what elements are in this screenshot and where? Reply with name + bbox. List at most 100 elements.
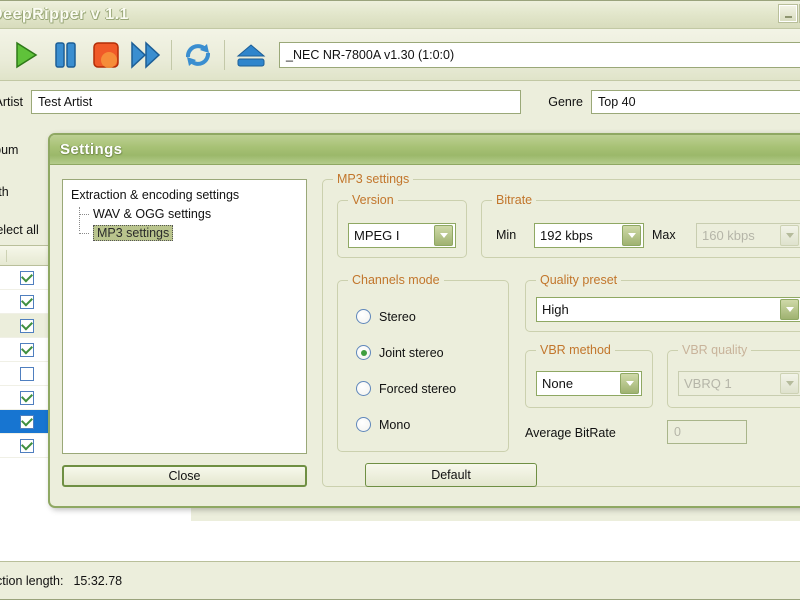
radio-forced-stereo-indicator[interactable] xyxy=(356,381,371,396)
blank-area xyxy=(0,521,800,561)
artist-input[interactable]: Test Artist xyxy=(31,90,521,114)
checkbox-checked-icon[interactable] xyxy=(20,318,34,333)
fast-forward-button[interactable] xyxy=(125,35,165,75)
checkbox-checked-icon[interactable] xyxy=(20,294,34,309)
track-checkbox-cell[interactable] xyxy=(7,438,47,453)
track-checkbox-cell[interactable] xyxy=(7,366,47,381)
album-label: Album xyxy=(0,143,19,157)
chevron-down-icon xyxy=(780,373,799,394)
chevron-down-icon[interactable] xyxy=(780,299,799,320)
window-title: DeepRipper v 1.1 xyxy=(0,5,129,23)
radio-stereo[interactable]: Stereo xyxy=(356,309,416,324)
status-value: 15:32.78 xyxy=(73,573,123,588)
channels-mode-group-title: Channels mode xyxy=(348,273,444,287)
radio-mono[interactable]: Mono xyxy=(356,417,410,432)
settings-title-bar: Settings xyxy=(50,135,800,165)
track-number: 01 xyxy=(0,271,7,285)
checkbox-checked-icon[interactable] xyxy=(20,390,34,405)
track-number: 02 xyxy=(0,295,7,309)
settings-dialog: Settings Extraction & encoding settings … xyxy=(48,133,800,508)
pause-icon xyxy=(55,41,76,68)
radio-mono-indicator[interactable] xyxy=(356,417,371,432)
radio-stereo-indicator[interactable] xyxy=(356,309,371,324)
tree-node-wav-ogg[interactable]: WAV & OGG settings xyxy=(67,205,302,224)
vbr-method-value: None xyxy=(542,376,574,391)
record-button[interactable] xyxy=(85,35,125,75)
quality-preset-group: Quality preset High xyxy=(525,273,800,332)
quality-preset-value: High xyxy=(542,302,569,317)
track-checkbox-cell[interactable] xyxy=(7,342,47,357)
track-checkbox-cell[interactable] xyxy=(7,390,47,405)
genre-label: Genre xyxy=(548,95,583,109)
average-bitrate-field: 0 xyxy=(667,420,747,444)
status-label: Selection length: xyxy=(0,573,64,588)
radio-forced-stereo-label: Forced stereo xyxy=(379,381,457,396)
bitrate-max-label: Max xyxy=(652,228,676,242)
track-checkbox-cell[interactable] xyxy=(7,270,47,285)
radio-stereo-label: Stereo xyxy=(379,309,416,324)
tree-node-mp3[interactable]: MP3 settings xyxy=(67,224,302,243)
bitrate-max-select: 160 kbps xyxy=(696,223,800,248)
status-bar: Selection length: 15:32.78 xyxy=(0,561,800,599)
track-checkbox-cell[interactable] xyxy=(7,318,47,333)
vbr-quality-group: VBR quality VBRQ 1 xyxy=(667,343,800,408)
settings-body: Extraction & encoding settings WAV & OGG… xyxy=(50,165,800,506)
play-icon xyxy=(16,41,38,68)
vbr-method-group-title: VBR method xyxy=(536,343,615,357)
toolbar-separator xyxy=(224,39,225,70)
artist-label: Artist xyxy=(0,95,23,109)
channels-mode-group: Channels mode Stereo Joint stereo Forced… xyxy=(337,273,509,452)
checkbox-unchecked-icon[interactable] xyxy=(20,366,34,381)
close-settings-button[interactable]: Close xyxy=(62,465,307,487)
checkbox-checked-icon[interactable] xyxy=(20,270,34,285)
vbr-quality-value: VBRQ 1 xyxy=(684,376,732,391)
radio-mono-label: Mono xyxy=(379,417,411,432)
quality-preset-select[interactable]: High xyxy=(536,297,800,322)
track-checkbox-cell[interactable] xyxy=(7,414,47,429)
checkbox-checked-icon[interactable] xyxy=(20,342,34,357)
settings-title: Settings xyxy=(60,141,123,158)
bitrate-group-title: Bitrate xyxy=(492,193,537,207)
artist-row: Artist Test Artist Genre Top 40 xyxy=(0,81,800,123)
radio-joint-stereo[interactable]: Joint stereo xyxy=(356,345,444,360)
vbr-method-group: VBR method None xyxy=(525,343,653,408)
radio-forced-stereo[interactable]: Forced stereo xyxy=(356,381,456,396)
version-group-title: Version xyxy=(348,193,398,207)
chevron-down-icon[interactable] xyxy=(434,225,453,246)
version-select[interactable]: MPEG I xyxy=(348,223,456,248)
checkbox-checked-icon[interactable] xyxy=(20,414,34,429)
settings-tree[interactable]: Extraction & encoding settings WAV & OGG… xyxy=(62,179,307,454)
path-label: Path xyxy=(0,185,9,199)
column-header-number: N° xyxy=(0,249,7,262)
mp3-settings-group: MP3 settings Version MPEG I Bitrate Min … xyxy=(322,172,800,487)
chevron-down-icon xyxy=(780,225,799,246)
genre-input[interactable]: Top 40 xyxy=(591,90,800,114)
refresh-button[interactable] xyxy=(178,35,218,75)
chevron-down-icon[interactable] xyxy=(622,225,641,246)
vbr-quality-select: VBRQ 1 xyxy=(678,371,800,396)
title-bar: DeepRipper v 1.1 xyxy=(0,1,800,29)
toolbar-separator xyxy=(171,39,172,70)
bitrate-min-value: 192 kbps xyxy=(540,228,593,243)
chevron-down-icon[interactable] xyxy=(620,373,639,394)
bitrate-min-select[interactable]: 192 kbps xyxy=(534,223,644,248)
eject-button[interactable] xyxy=(231,35,271,75)
radio-joint-stereo-indicator[interactable] xyxy=(356,345,371,360)
track-checkbox-cell[interactable] xyxy=(7,294,47,309)
quality-preset-group-title: Quality preset xyxy=(536,273,622,287)
vbr-quality-group-title: VBR quality xyxy=(678,343,752,357)
pause-button[interactable] xyxy=(45,35,85,75)
track-number: 07 xyxy=(0,415,7,429)
tree-root-node[interactable]: Extraction & encoding settings xyxy=(67,186,302,205)
device-field[interactable]: _NEC NR-7800A v1.30 (1:0:0) xyxy=(279,41,800,68)
minimize-button[interactable] xyxy=(778,4,798,23)
bitrate-group: Bitrate Min 192 kbps Max 160 kbps xyxy=(481,193,800,258)
select-all-row[interactable]: Select all xyxy=(0,223,39,237)
default-button[interactable]: Default xyxy=(365,463,537,487)
track-number: 05 xyxy=(0,367,7,381)
eject-icon xyxy=(236,43,266,66)
checkbox-checked-icon[interactable] xyxy=(20,438,34,453)
vbr-method-select[interactable]: None xyxy=(536,371,642,396)
tree-node-wav-ogg-label: WAV & OGG settings xyxy=(93,207,212,221)
play-button[interactable] xyxy=(5,35,45,75)
